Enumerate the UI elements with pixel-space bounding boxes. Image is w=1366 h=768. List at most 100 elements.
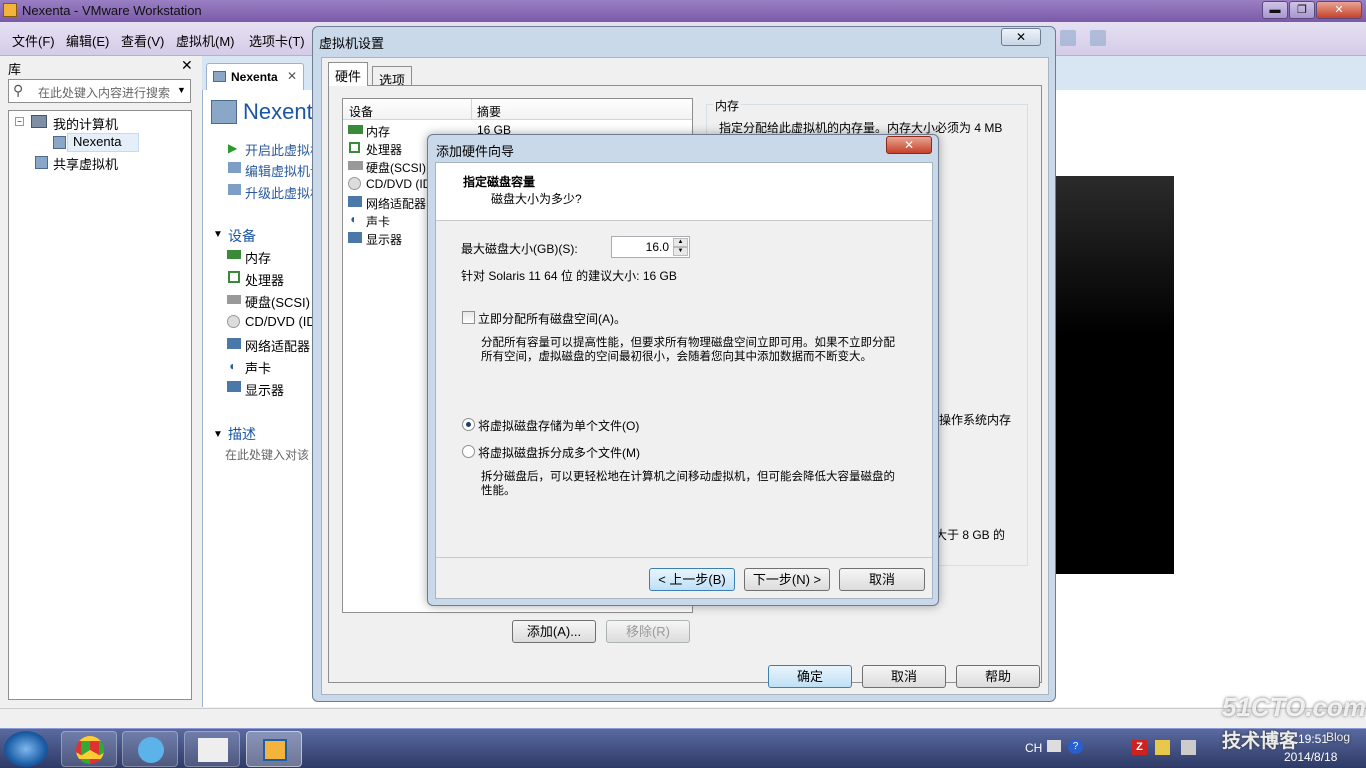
- device-cpu[interactable]: 处理器: [245, 270, 284, 289]
- collapse-triangle-icon[interactable]: ▼: [213, 429, 223, 440]
- wizard-close-button[interactable]: ✕: [886, 136, 932, 154]
- memory-group-title: 内存: [713, 97, 742, 114]
- single-file-label[interactable]: 将虚拟磁盘存储为单个文件(O): [478, 417, 639, 434]
- settings-close-button[interactable]: ✕: [1001, 28, 1041, 46]
- watermark-blog: Blog: [1326, 730, 1351, 744]
- spin-up-icon[interactable]: ▲: [673, 238, 688, 247]
- next-button[interactable]: 下一步(N) >: [744, 568, 830, 591]
- tree-vm-nexenta[interactable]: Nexenta: [73, 134, 121, 149]
- window-title: Nexenta - VMware Workstation: [22, 3, 202, 18]
- app-icon: [198, 738, 228, 762]
- taskbar-qq[interactable]: [122, 731, 178, 767]
- tree-shared-vms[interactable]: 共享虚拟机: [53, 154, 118, 173]
- speaker-icon: ◖: [228, 359, 236, 373]
- tab-options[interactable]: 选项: [372, 66, 413, 88]
- device-name: 内存: [366, 125, 391, 139]
- maximize-button[interactable]: ❐: [1289, 1, 1315, 19]
- toolbar-icon[interactable]: [1090, 30, 1106, 46]
- speaker-icon: ◖: [349, 212, 357, 226]
- multi-file-desc-2: 性能。: [481, 485, 516, 497]
- device-cdrom[interactable]: CD/DVD (ID: [245, 314, 316, 329]
- tree-my-computer[interactable]: 我的计算机: [53, 114, 118, 133]
- device-memory[interactable]: 内存: [245, 248, 271, 267]
- chrome-icon: [76, 736, 104, 764]
- menu-edit[interactable]: 编辑(E): [66, 31, 109, 50]
- ok-button[interactable]: 确定: [768, 665, 852, 688]
- vm-large-icon: [211, 100, 237, 124]
- watermark-logo: 51CTO.com: [1222, 692, 1366, 722]
- z-app-icon[interactable]: Z: [1132, 740, 1147, 755]
- device-display[interactable]: 显示器: [245, 380, 284, 399]
- chevron-down-icon[interactable]: ▼: [177, 85, 186, 95]
- collapse-triangle-icon[interactable]: ▼: [213, 229, 223, 240]
- max-size-label: 最大磁盘大小(GB)(S):: [461, 242, 578, 256]
- multi-file-desc-1: 拆分磁盘后，可以更轻松地在计算机之间移动虚拟机，但可能会降低大容量磁盘的: [481, 471, 895, 483]
- close-button[interactable]: ✕: [1316, 1, 1362, 19]
- library-search[interactable]: ⚲ 在此处键入内容进行搜索 ▼: [8, 79, 191, 103]
- vm-screen-preview[interactable]: [1052, 176, 1174, 574]
- minimize-button[interactable]: ▬: [1262, 1, 1288, 19]
- max-size-input[interactable]: 16.0: [646, 240, 669, 254]
- help-button[interactable]: 帮助: [956, 665, 1040, 688]
- library-title: 库: [8, 62, 22, 77]
- device-hdd[interactable]: 硬盘(SCSI): [245, 292, 310, 311]
- taskbar-chrome[interactable]: [61, 731, 117, 767]
- devices-heading[interactable]: 设备: [228, 226, 256, 246]
- multi-file-label[interactable]: 将虚拟磁盘拆分成多个文件(M): [478, 444, 640, 461]
- toolbar-icon[interactable]: [1060, 30, 1076, 46]
- memory-note-1: 操作系统内存: [939, 413, 1012, 427]
- memory-note-2: 大于 8 GB 的: [935, 528, 1006, 542]
- network-icon: [348, 196, 362, 207]
- description-placeholder[interactable]: 在此处键入对该: [225, 446, 309, 463]
- settings-title: 虚拟机设置: [319, 36, 385, 51]
- device-name: 显示器: [366, 233, 403, 247]
- cdrom-icon: [227, 315, 240, 328]
- collapse-icon[interactable]: −: [15, 117, 24, 126]
- col-summary[interactable]: 摘要: [477, 103, 501, 120]
- taskbar-vmware[interactable]: [246, 731, 302, 767]
- library-close-icon[interactable]: ✕: [181, 57, 193, 74]
- keyboard-icon[interactable]: [1047, 740, 1061, 752]
- library-tree: − 我的计算机 Nexenta 共享虚拟机: [8, 110, 192, 700]
- multi-file-radio[interactable]: [462, 445, 475, 458]
- hdd-icon: [227, 295, 241, 304]
- tab-hardware[interactable]: 硬件: [328, 62, 369, 86]
- clock-time[interactable]: 19:51: [1298, 732, 1328, 746]
- cancel-button[interactable]: 取消: [862, 665, 946, 688]
- col-device[interactable]: 设备: [349, 103, 373, 120]
- device-name: 声卡: [366, 215, 391, 229]
- back-button[interactable]: < 上一步(B): [649, 568, 735, 591]
- qq-icon: [138, 737, 164, 763]
- cpu-icon: [228, 271, 240, 283]
- single-file-radio[interactable]: [462, 418, 475, 431]
- menu-tabs[interactable]: 选项卡(T): [249, 31, 305, 50]
- device-name: 网络适配器: [366, 197, 427, 211]
- search-input[interactable]: 在此处键入内容进行搜索: [38, 84, 170, 101]
- spin-down-icon[interactable]: ▼: [673, 247, 688, 256]
- taskbar-app[interactable]: [184, 731, 240, 767]
- menu-view[interactable]: 查看(V): [121, 31, 164, 50]
- device-network[interactable]: 网络适配器: [245, 336, 310, 355]
- allocate-now-label[interactable]: 立即分配所有磁盘空间(A)。: [478, 310, 626, 327]
- allocate-now-checkbox[interactable]: [462, 311, 475, 324]
- recommended-size: 针对 Solaris 11 64 位 的建议大小: 16 GB: [461, 269, 677, 283]
- close-icon[interactable]: ✕: [287, 69, 297, 83]
- device-sound[interactable]: 声卡: [245, 358, 271, 377]
- language-indicator[interactable]: CH: [1025, 741, 1042, 755]
- max-size-spinner[interactable]: 16.0 ▲ ▼: [611, 236, 690, 258]
- start-button[interactable]: [4, 731, 48, 767]
- description-heading[interactable]: 描述: [228, 424, 256, 444]
- network-tray-icon[interactable]: [1181, 740, 1196, 755]
- menu-file[interactable]: 文件(F): [12, 31, 55, 50]
- tab-nexenta[interactable]: Nexenta ✕: [206, 63, 304, 91]
- menu-vm[interactable]: 虚拟机(M): [176, 31, 235, 50]
- computer-icon: [31, 115, 47, 128]
- add-hardware-button[interactable]: 添加(A)...: [512, 620, 596, 643]
- help-icon[interactable]: ?: [1068, 739, 1083, 754]
- tray-icon[interactable]: [1155, 740, 1170, 755]
- wizard-body: 指定磁盘容量 磁盘大小为多少? 最大磁盘大小(GB)(S): 16.0 ▲ ▼ …: [435, 162, 933, 599]
- wizard-subheading: 磁盘大小为多少?: [491, 192, 582, 206]
- wizard-cancel-button[interactable]: 取消: [839, 568, 925, 591]
- remove-hardware-button[interactable]: 移除(R): [606, 620, 690, 643]
- column-divider: [471, 99, 472, 120]
